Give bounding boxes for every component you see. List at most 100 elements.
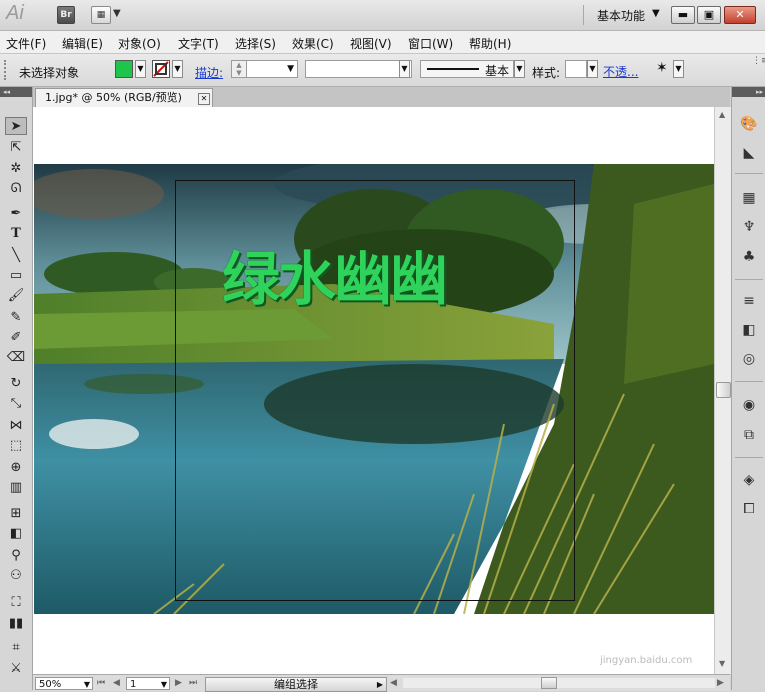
chevron-down-icon[interactable]: ▼ bbox=[161, 678, 167, 691]
symbol-sprayer-tool-icon[interactable]: ⛶ bbox=[5, 594, 27, 612]
horizontal-scrollbar[interactable] bbox=[403, 677, 715, 689]
pen-tool-icon[interactable]: ✒ bbox=[5, 205, 27, 223]
scroll-down-icon[interactable]: ▼ bbox=[719, 659, 725, 668]
grip-handle[interactable] bbox=[4, 60, 9, 80]
scroll-right-icon[interactable]: ▶ bbox=[717, 678, 724, 688]
previous-artboard-icon[interactable]: ◀ bbox=[113, 678, 120, 688]
layers-panel-icon[interactable]: ◈ bbox=[739, 470, 759, 490]
perspective-grid-tool-icon[interactable]: ▥ bbox=[5, 479, 27, 497]
menu-object[interactable]: 对象(O) bbox=[118, 35, 161, 52]
artwork-text[interactable]: 绿水幽幽 bbox=[222, 232, 448, 316]
blob-brush-tool-icon[interactable]: ✐ bbox=[5, 329, 27, 347]
chevron-down-icon[interactable]: ▼ bbox=[652, 8, 660, 19]
column-graph-tool-icon[interactable]: ▮▮ bbox=[5, 615, 27, 633]
scroll-up-icon[interactable]: ▲ bbox=[719, 110, 725, 119]
panel-dock-header[interactable]: ▸▸ bbox=[732, 87, 765, 97]
stroke-stepper[interactable]: ▲ ▼ bbox=[231, 60, 247, 78]
workspace-switcher[interactable]: 基本功能 bbox=[597, 7, 645, 24]
scale-tool-icon[interactable]: ⤡ bbox=[5, 395, 27, 413]
direct-selection-tool-icon[interactable]: ⇱ bbox=[5, 139, 27, 157]
width-tool-icon[interactable]: ⋈ bbox=[5, 417, 27, 435]
blend-tool-icon[interactable]: ⚇ bbox=[5, 567, 27, 585]
shape-builder-tool-icon[interactable]: ⊕ bbox=[5, 459, 27, 477]
swatches-panel-icon[interactable]: ▦ bbox=[739, 188, 759, 208]
status-bar: 50% ▼ ⏮ ◀ 1 ▼ ▶ ⏭ 编组选择 ▶ ◀ ▶ bbox=[33, 674, 730, 692]
vertical-scroll-thumb[interactable] bbox=[716, 382, 731, 398]
artboards-panel-icon[interactable]: ⧠ bbox=[739, 499, 759, 519]
gradient-panel-icon[interactable]: ◧ bbox=[739, 320, 759, 340]
first-artboard-icon[interactable]: ⏮ bbox=[97, 678, 105, 688]
menu-type[interactable]: 文字(T) bbox=[178, 35, 219, 52]
lasso-tool-icon[interactable]: ᘏ bbox=[5, 180, 27, 198]
close-icon[interactable]: ✕ bbox=[198, 93, 210, 105]
gradient-tool-icon[interactable]: ◧ bbox=[5, 525, 27, 543]
vertical-scrollbar[interactable]: ▲ ▼ bbox=[714, 107, 731, 674]
eyedropper-tool-icon[interactable]: ⚲ bbox=[5, 547, 27, 565]
brush-definition-field[interactable]: 基本 bbox=[420, 60, 514, 78]
appearance-panel-icon[interactable]: ◉ bbox=[739, 395, 759, 415]
opacity-link[interactable]: 不透... bbox=[603, 63, 638, 80]
next-artboard-icon[interactable]: ▶ bbox=[175, 678, 182, 688]
color-guide-panel-icon[interactable]: ◣ bbox=[739, 143, 759, 163]
last-artboard-icon[interactable]: ⏭ bbox=[189, 678, 197, 688]
chevron-down-icon[interactable]: ▼ bbox=[399, 60, 410, 78]
menu-window[interactable]: 窗口(W) bbox=[408, 35, 453, 52]
variable-width-field[interactable]: ▼ bbox=[305, 60, 412, 78]
menu-select[interactable]: 选择(S) bbox=[235, 35, 276, 52]
graphic-styles-panel-icon[interactable]: ⧉ bbox=[739, 425, 759, 445]
selection-tool-icon[interactable]: ➤ bbox=[5, 117, 27, 135]
brushes-panel-icon[interactable]: ♆ bbox=[739, 217, 759, 237]
transparency-panel-icon[interactable]: ◎ bbox=[739, 349, 759, 369]
zoom-field[interactable]: 50% ▼ bbox=[35, 677, 93, 690]
menu-file[interactable]: 文件(F) bbox=[6, 35, 46, 52]
slice-tool-icon[interactable]: ⚔ bbox=[5, 660, 27, 678]
menu-effect[interactable]: 效果(C) bbox=[292, 35, 334, 52]
stroke-panel-icon[interactable]: ≡ bbox=[739, 291, 759, 311]
stroke-dropdown-arrow[interactable]: ▼ bbox=[172, 60, 183, 78]
style-dropdown-arrow[interactable]: ▼ bbox=[587, 60, 598, 78]
graphic-style-swatch[interactable] bbox=[565, 60, 587, 78]
magic-wand-tool-icon[interactable]: ✲ bbox=[5, 160, 27, 178]
status-selection-mode: 编组选择 bbox=[274, 678, 318, 691]
recolor-dropdown-arrow[interactable]: ▼ bbox=[673, 60, 684, 78]
stroke-weight-field[interactable]: ▼ bbox=[246, 60, 298, 78]
type-tool-icon[interactable]: T bbox=[5, 225, 27, 243]
scroll-left-icon[interactable]: ◀ bbox=[390, 678, 397, 688]
horizontal-scroll-thumb[interactable] bbox=[541, 677, 557, 689]
chevron-right-icon[interactable]: ▶ bbox=[377, 678, 383, 691]
artboard-tool-icon[interactable]: ⌗ bbox=[5, 639, 27, 657]
menu-bar: 文件(F) 编辑(E) 对象(O) 文字(T) 选择(S) 效果(C) 视图(V… bbox=[0, 31, 765, 54]
menu-edit[interactable]: 编辑(E) bbox=[62, 35, 103, 52]
chevron-down-icon[interactable]: ▼ bbox=[287, 61, 294, 77]
close-button[interactable]: ✕ bbox=[724, 6, 756, 24]
minimize-button[interactable]: ▬ bbox=[671, 6, 695, 24]
paintbrush-tool-icon[interactable]: 🖌 bbox=[5, 287, 27, 305]
document-tab[interactable]: 1.jpg* @ 50% (RGB/预览) ✕ bbox=[35, 88, 213, 107]
free-transform-tool-icon[interactable]: ⬚ bbox=[5, 437, 27, 455]
artboard-number-field[interactable]: 1 ▼ bbox=[126, 677, 170, 690]
bridge-button[interactable]: Br bbox=[57, 6, 75, 24]
menu-view[interactable]: 视图(V) bbox=[350, 35, 392, 52]
pencil-tool-icon[interactable]: ✎ bbox=[5, 309, 27, 327]
title-bar: Ai Br ▦ ▼ 基本功能 ▼ ▬ ▣ ✕ bbox=[0, 0, 765, 31]
line-tool-icon[interactable]: ╲ bbox=[5, 247, 27, 265]
mesh-tool-icon[interactable]: ⊞ bbox=[5, 505, 27, 523]
fill-swatch[interactable] bbox=[115, 60, 133, 78]
menu-help[interactable]: 帮助(H) bbox=[469, 35, 511, 52]
maximize-button[interactable]: ▣ bbox=[697, 6, 721, 24]
color-panel-icon[interactable]: 🎨 bbox=[739, 114, 759, 134]
arrange-documents-button[interactable]: ▦ bbox=[91, 6, 111, 24]
eraser-tool-icon[interactable]: ⌫ bbox=[5, 349, 27, 367]
stroke-weight-label[interactable]: 描边: bbox=[195, 64, 223, 81]
rectangle-tool-icon[interactable]: ▭ bbox=[5, 267, 27, 285]
brush-dropdown-arrow[interactable]: ▼ bbox=[514, 60, 525, 78]
rotate-tool-icon[interactable]: ↻ bbox=[5, 375, 27, 393]
symbols-panel-icon[interactable]: ♣ bbox=[739, 247, 759, 267]
chevron-down-icon[interactable]: ▼ bbox=[84, 678, 90, 691]
recolor-artwork-icon[interactable]: ✶ bbox=[656, 60, 668, 76]
chevron-down-icon[interactable]: ▼ bbox=[113, 8, 121, 19]
fill-dropdown-arrow[interactable]: ▼ bbox=[135, 60, 146, 78]
tools-panel-header[interactable]: ◂◂ bbox=[0, 87, 32, 97]
panel-menu-icon[interactable]: ⋮≡ bbox=[752, 56, 765, 66]
stroke-swatch[interactable] bbox=[152, 60, 170, 78]
